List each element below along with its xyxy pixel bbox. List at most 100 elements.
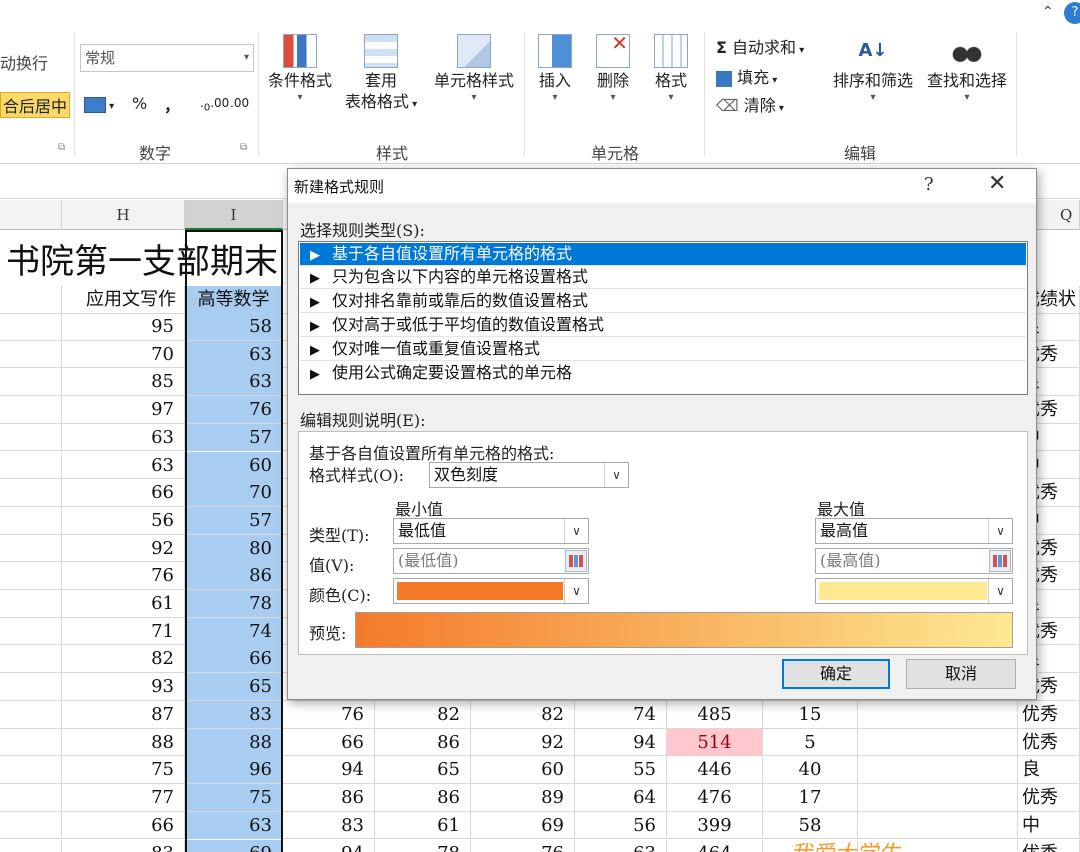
column-title-writing[interactable]: 应用文写作 [62,286,185,313]
rule-type-item[interactable]: ▶ 仅对唯一值或重复值设置格式 [300,338,1026,361]
table-cell[interactable]: 77 [62,784,185,812]
rule-type-item-active[interactable]: ▶ 基于各自值设置所有单元格的格式 [300,243,1026,266]
table-cell[interactable]: 95 [62,313,185,340]
table-cell[interactable] [0,451,62,479]
format-as-table-button[interactable]: 套用 表格格式 ▾ [340,34,422,115]
table-cell[interactable]: 61 [62,590,185,617]
table-cell[interactable]: 74 [185,617,283,645]
table-cell[interactable]: 69 [471,811,575,839]
table-cell[interactable]: 75 [62,756,185,784]
alignment-launcher-icon[interactable]: ⧉ [58,142,65,153]
table-cell[interactable]: 61 [375,811,471,839]
table-cell[interactable]: 464 [667,839,763,852]
table-cell[interactable] [0,756,62,784]
dialog-titlebar[interactable]: 新建格式规则 ? ✕ [288,169,1036,203]
table-cell[interactable] [0,728,62,756]
table-cell[interactable]: 92 [62,534,185,562]
table-cell[interactable]: 88 [185,728,283,756]
table-cell[interactable]: 70 [185,479,283,507]
table-cell[interactable]: 63 [62,451,185,479]
table-cell[interactable] [0,590,62,617]
table-cell[interactable]: 优秀 [1018,784,1080,812]
table-cell[interactable] [858,784,1018,812]
table-cell[interactable]: 93 [62,673,185,701]
table-cell[interactable]: 78 [185,590,283,617]
table-cell[interactable]: 66 [62,811,185,839]
decrease-decimal-button[interactable]: .00 [230,96,249,110]
ok-button[interactable]: 确定 [782,659,890,689]
table-cell[interactable]: 57 [185,423,283,451]
number-format-select[interactable]: 常规 ▾ [80,44,254,72]
format-style-select[interactable]: 双色刻度 ∨ [429,462,629,488]
max-color-select[interactable]: ∨ [815,578,1013,604]
table-cell[interactable]: 64 [575,784,667,812]
table-cell[interactable]: 63 [185,368,283,396]
table-cell[interactable]: 97 [62,396,185,424]
table-cell[interactable]: 75 [185,784,283,812]
table-cell[interactable]: 66 [185,645,283,673]
table-cell[interactable]: 476 [667,784,763,812]
table-cell[interactable]: 485 [667,701,763,728]
table-cell[interactable] [0,811,62,839]
table-cell[interactable]: 70 [62,340,185,368]
table-cell[interactable]: 94 [283,839,375,852]
table-cell[interactable] [0,368,62,396]
min-color-select[interactable]: ∨ [393,578,589,604]
number-launcher-icon[interactable]: ⧉ [240,142,247,153]
column-header-i[interactable]: I [185,200,283,230]
table-cell[interactable]: 76 [185,396,283,424]
close-icon[interactable]: ✕ [988,171,1006,196]
table-cell[interactable]: 86 [185,562,283,590]
collapse-ribbon-icon[interactable]: ⌃ [1042,4,1054,20]
rule-type-item[interactable]: ▶ 仅对排名靠前或靠后的数值设置格式 [300,290,1026,313]
table-cell[interactable]: 82 [62,645,185,673]
table-cell[interactable]: 63 [62,423,185,451]
table-cell[interactable]: 96 [185,756,283,784]
min-type-select[interactable]: 最低值 ∨ [393,518,589,544]
table-cell[interactable]: 83 [185,701,283,728]
autosum-button[interactable]: Σ 自动求和 ▾ [716,34,804,58]
column-title-math[interactable]: 高等数学 [185,286,283,313]
table-cell[interactable]: 94 [575,728,667,756]
table-cell[interactable]: 76 [471,839,575,852]
rule-type-item[interactable]: ▶ 使用公式确定要设置格式的单元格 [300,362,1026,385]
merge-center-button[interactable]: 合后居中 [0,92,71,118]
table-cell[interactable]: 446 [667,756,763,784]
table-cell[interactable]: 优秀 [1018,701,1080,728]
comma-style-button[interactable]: ， [164,92,180,116]
table-cell[interactable]: 57 [185,506,283,534]
table-cell[interactable] [0,562,62,590]
insert-cells-button[interactable]: 插入 ▾ [532,34,578,105]
accounting-format-icon[interactable]: ▾ [84,94,114,113]
table-cell[interactable]: 88 [62,728,185,756]
table-cell[interactable]: 92 [471,728,575,756]
table-cell[interactable]: 优秀 [1018,839,1080,852]
table-cell[interactable]: 63 [185,811,283,839]
table-cell[interactable]: 85 [62,368,185,396]
table-cell[interactable]: 中 [1018,811,1080,839]
help-icon[interactable]: ? [1064,2,1080,24]
table-cell[interactable]: 76 [283,701,375,728]
table-cell[interactable]: 55 [575,756,667,784]
table-cell[interactable]: 71 [62,617,185,645]
table-cell[interactable] [0,340,62,368]
rule-type-list[interactable]: ▶ 基于各自值设置所有单元格的格式 ▶ 只为包含以下内容的单元格设置格式 ▶ 仅对排名… [298,241,1028,395]
clear-button[interactable]: ⌫ 清除 ▾ [716,92,784,116]
table-cell[interactable]: 63 [575,839,667,852]
help-icon[interactable]: ? [924,174,934,195]
table-cell[interactable] [0,286,62,313]
table-cell[interactable]: 87 [62,701,185,728]
percent-style-button[interactable]: % [132,94,147,113]
table-cell[interactable] [0,506,62,534]
table-cell[interactable] [0,313,62,340]
min-value-input[interactable]: (最低值) [393,548,589,574]
wrap-text-button[interactable]: 动换行 [0,50,48,74]
table-cell[interactable] [0,534,62,562]
range-picker-icon[interactable] [989,550,1011,572]
delete-cells-button[interactable]: ✕ 删除 ▾ [590,33,636,105]
table-cell[interactable]: 60 [185,451,283,479]
table-cell[interactable]: 74 [575,701,667,728]
table-cell[interactable]: 83 [62,839,185,852]
table-cell[interactable]: 58 [185,313,283,340]
column-header-h[interactable]: H [62,200,185,230]
